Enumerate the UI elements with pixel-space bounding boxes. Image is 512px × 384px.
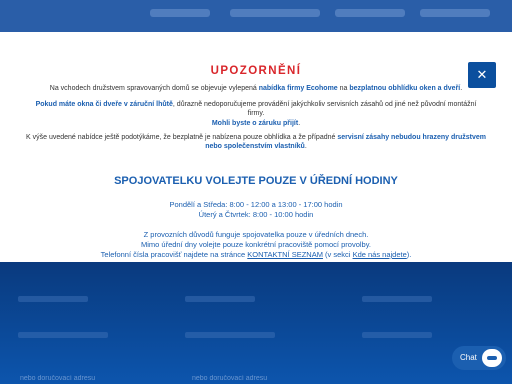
footer-blur-block bbox=[362, 296, 432, 302]
highlight-text: Pokud máte okna či dveře v záruční lhůtě bbox=[35, 101, 173, 108]
info-block: Z provozních důvodů funguje spojovatelka… bbox=[40, 230, 472, 260]
text: Telefonní čísla pracovišť najdete na str… bbox=[100, 250, 248, 259]
hours-line: Úterý a Čtvrtek: 8:00 - 10:00 hodin bbox=[198, 210, 314, 219]
info-line: Z provozních důvodů funguje spojovatelka… bbox=[143, 230, 369, 239]
header-blur-block bbox=[150, 9, 210, 17]
chat-label: Chat bbox=[460, 353, 477, 362]
info-line: Mimo úřední dny volejte pouze konkrétní … bbox=[141, 240, 371, 249]
where-to-find-us-link[interactable]: Kde nás najdete bbox=[353, 250, 407, 259]
text: . bbox=[304, 143, 307, 151]
chat-bubble-icon bbox=[482, 349, 502, 367]
page-header-background bbox=[0, 0, 512, 32]
hours-block: Pondělí a Středa: 8:00 - 12:00 a 13:00 -… bbox=[40, 200, 472, 220]
text: . bbox=[460, 85, 463, 92]
header-blur-block bbox=[230, 9, 320, 17]
text: (v sekci bbox=[322, 250, 353, 259]
info-line: Telefonní čísla pracovišť najdete na str… bbox=[40, 250, 472, 260]
hours-heading: SPOJOVATELKU VOLEJTE POUZE V ÚŘEDNÍ HODI… bbox=[114, 175, 398, 187]
text: na bbox=[337, 85, 350, 92]
highlight-text: nabídka firmy Ecohome bbox=[258, 85, 338, 92]
header-blur-block bbox=[335, 9, 405, 17]
footer-blur-block bbox=[185, 332, 275, 338]
text: Na vchodech družstvem spravovaných domů … bbox=[49, 85, 259, 92]
header-blur-block bbox=[420, 9, 490, 17]
notice-modal: ✕ UPOZORNĚNÍ Na vchodech družstvem sprav… bbox=[0, 32, 512, 262]
footer-blur-block bbox=[362, 332, 432, 338]
footer-text: nebo doručovací adresu bbox=[20, 375, 96, 382]
modal-title: UPOZORNĚNÍ bbox=[210, 65, 302, 77]
contact-list-link[interactable]: KONTAKTNÍ SEZNAM bbox=[247, 250, 323, 259]
notice-paragraph-1: Na vchodech družstvem spravovaných domů … bbox=[20, 84, 492, 93]
text: . bbox=[298, 119, 301, 127]
highlight-text: bezplatnou obhlídku oken a dveří bbox=[349, 85, 461, 92]
text: , důrazně nedoporučujeme provádění jakýc… bbox=[172, 101, 477, 118]
notice-paragraph-3: K výše uvedené nabídce ještě podotýkáme,… bbox=[24, 133, 488, 152]
page-footer-background: nebo doručovací adresu nebo doručovací a… bbox=[0, 262, 512, 384]
footer-blur-block bbox=[185, 296, 255, 302]
footer-blur-block bbox=[18, 296, 88, 302]
footer-blur-block bbox=[18, 332, 108, 338]
text: K výše uvedené nabídce ještě podotýkáme,… bbox=[26, 134, 338, 141]
footer-text: nebo doručovací adresu bbox=[192, 375, 268, 382]
text: ). bbox=[406, 250, 412, 259]
notice-paragraph-2: Pokud máte okna či dveře v záruční lhůtě… bbox=[34, 100, 478, 128]
chat-button[interactable]: Chat bbox=[452, 346, 506, 370]
highlight-text: Mohli byste o záruku přijít bbox=[211, 119, 299, 127]
hours-line: Pondělí a Středa: 8:00 - 12:00 a 13:00 -… bbox=[169, 200, 343, 209]
